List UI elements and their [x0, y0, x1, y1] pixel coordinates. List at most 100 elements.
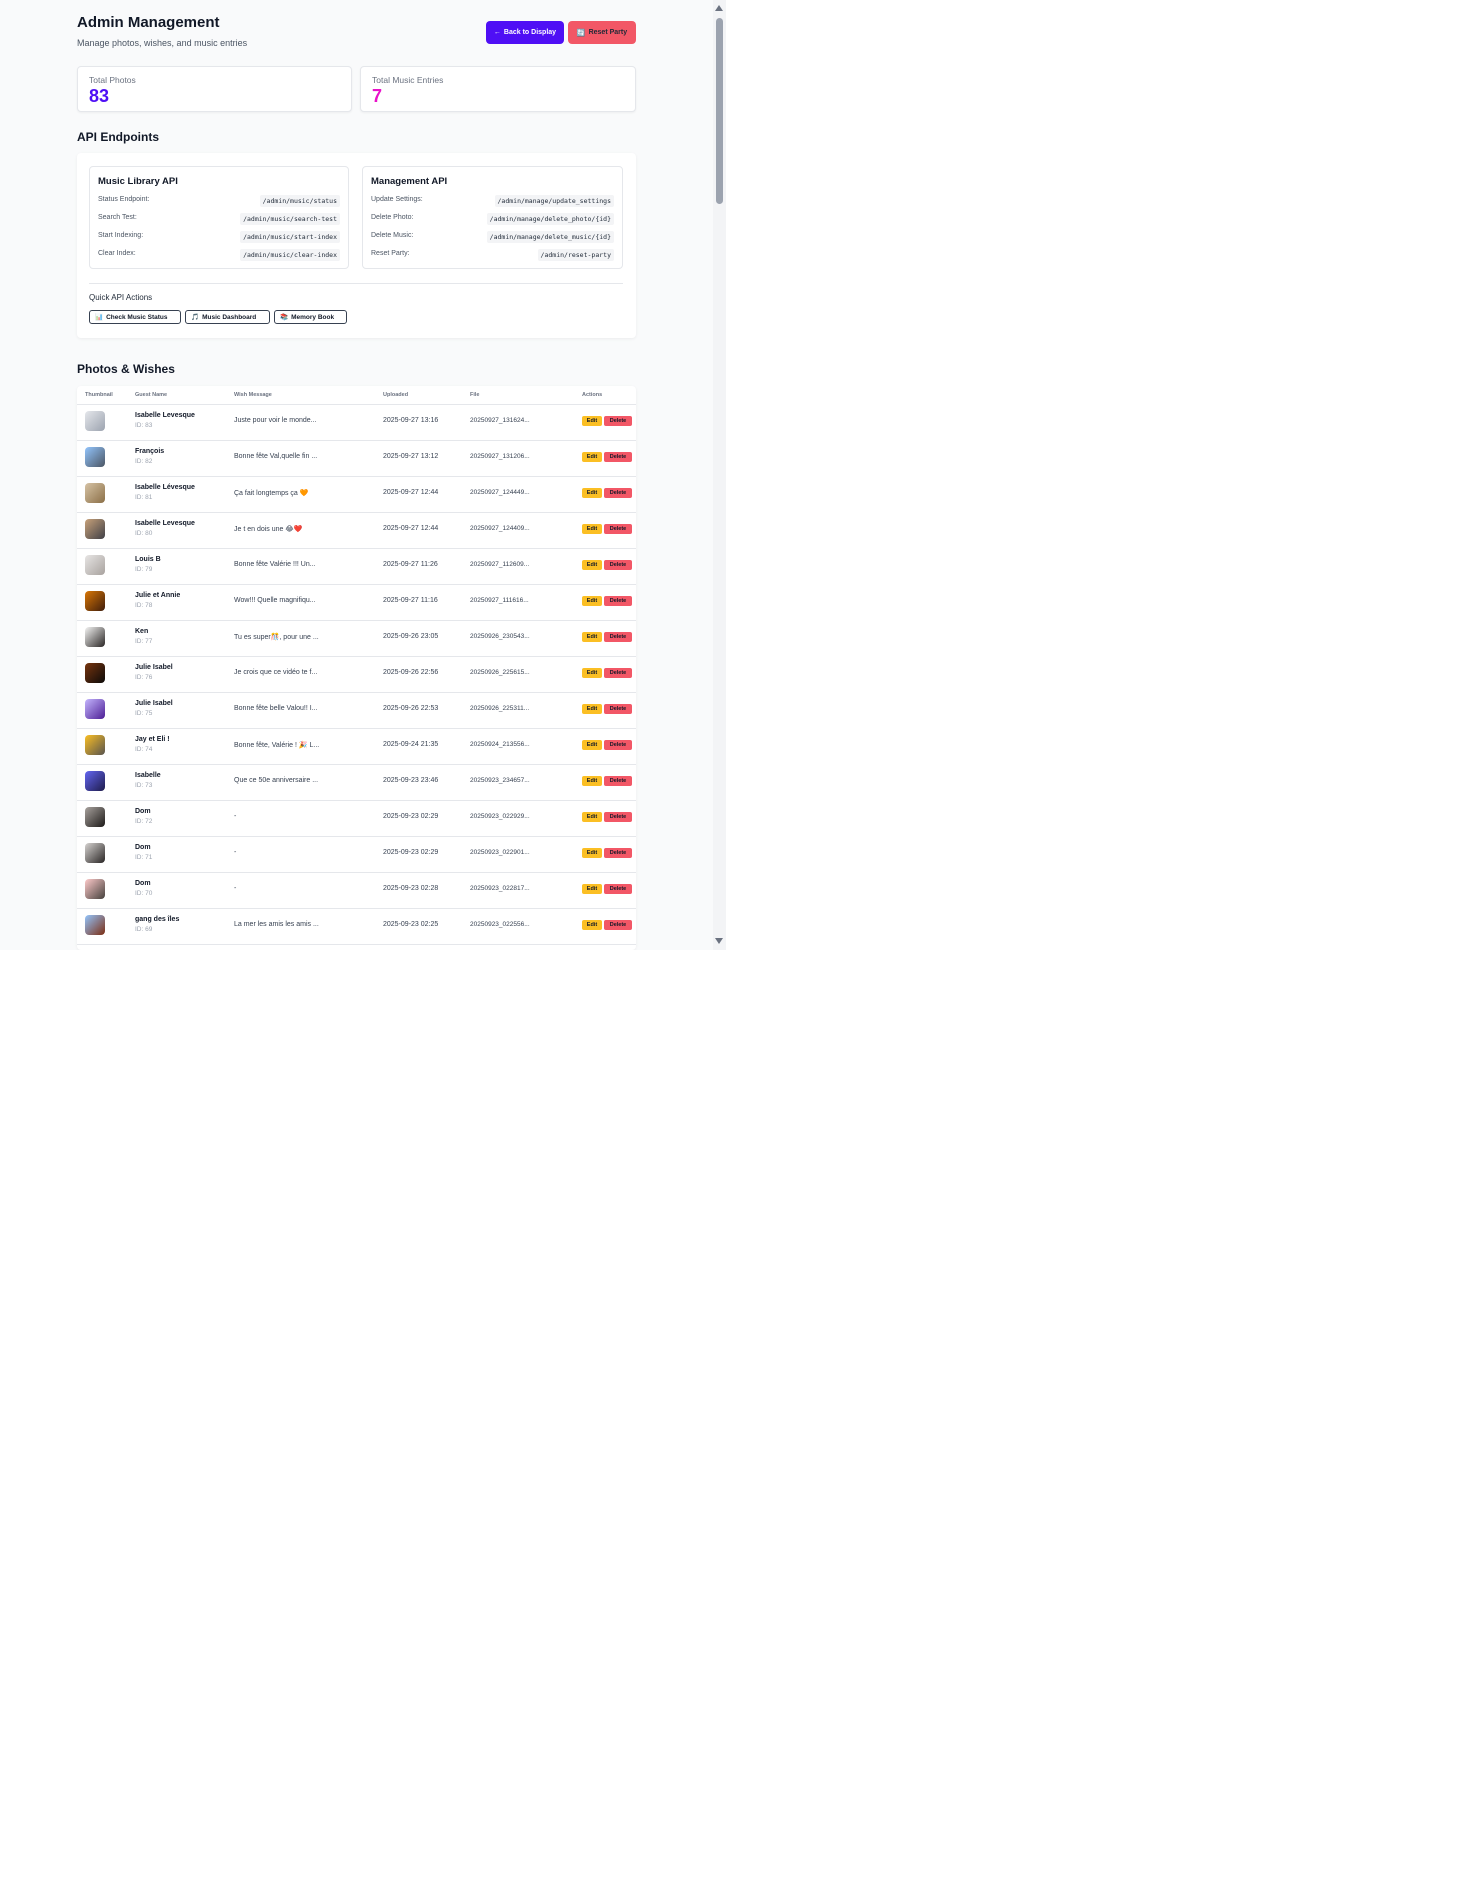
wish-message: Bonne fête, Valérie ! 🎉 L...	[234, 742, 320, 749]
table-row: Jay et Eli ! ID: 74 Bonne fête, Valérie ! …	[77, 728, 636, 765]
photo-thumbnail[interactable]	[85, 699, 105, 719]
endpoint-path: /admin/manage/delete_photo/{id}	[486, 213, 614, 225]
uploaded-date: 2025-09-23 23:46	[383, 777, 439, 784]
uploaded-date: 2025-09-23 02:25	[383, 921, 439, 928]
endpoint-row: Delete Photo: /admin/manage/delete_photo…	[371, 212, 614, 226]
delete-button[interactable]: Delete	[604, 704, 632, 714]
file-name: 20250924_213556...	[470, 741, 530, 748]
delete-button[interactable]: Delete	[604, 740, 632, 750]
delete-button[interactable]: Delete	[604, 452, 632, 462]
photo-thumbnail[interactable]	[85, 663, 105, 683]
photo-thumbnail[interactable]	[85, 627, 105, 647]
delete-button[interactable]: Delete	[604, 596, 632, 606]
chart-icon: 📊	[95, 314, 104, 321]
music-library-api-title: Music Library API	[98, 176, 178, 187]
delete-button[interactable]: Delete	[604, 920, 632, 930]
total-photos-label: Total Photos	[89, 75, 136, 85]
reset-party-button[interactable]: 🔄 Reset Party	[568, 21, 636, 44]
table-header: Thumbnail Guest Name Wish Message Upload…	[77, 386, 636, 405]
check-music-status-button[interactable]: 📊 Check Music Status	[89, 310, 181, 324]
photo-thumbnail[interactable]	[85, 807, 105, 827]
photo-thumbnail[interactable]	[85, 879, 105, 899]
edit-button[interactable]: Edit	[582, 704, 602, 714]
music-dashboard-label: Music Dashboard	[202, 313, 257, 321]
delete-button[interactable]: Delete	[604, 848, 632, 858]
column-header-file: File	[470, 392, 480, 398]
delete-button[interactable]: Delete	[604, 668, 632, 678]
scrollbar-thumb[interactable]	[716, 18, 723, 204]
file-name: 20250923_022817...	[470, 885, 530, 892]
table-row: Dom ID: 71 - 2025-09-23 02:29 20250923_02290…	[77, 836, 636, 873]
file-name: 20250927_111616...	[470, 597, 529, 604]
delete-button[interactable]: Delete	[604, 812, 632, 822]
photo-thumbnail[interactable]	[85, 915, 105, 935]
edit-button[interactable]: Edit	[582, 560, 602, 570]
photo-thumbnail[interactable]	[85, 735, 105, 755]
delete-button[interactable]: Delete	[604, 632, 632, 642]
edit-button[interactable]: Edit	[582, 632, 602, 642]
edit-button[interactable]: Edit	[582, 812, 602, 822]
guest-name: Isabelle	[135, 772, 161, 779]
delete-button[interactable]: Delete	[604, 776, 632, 786]
guest-name: François	[135, 448, 165, 455]
file-name: 20250926_230543...	[470, 633, 530, 640]
back-to-display-button[interactable]: ← Back to Display	[486, 21, 564, 44]
guest-name: Julie et Annie	[135, 592, 181, 599]
photo-thumbnail[interactable]	[85, 843, 105, 863]
table-row: gang des îles ID: 69 La mer les amis les a…	[77, 908, 636, 945]
edit-button[interactable]: Edit	[582, 740, 602, 750]
edit-button[interactable]: Edit	[582, 668, 602, 678]
delete-button[interactable]: Delete	[604, 560, 632, 570]
file-name: 20250927_131206...	[470, 453, 530, 460]
scroll-down-arrow-icon[interactable]	[715, 938, 723, 944]
music-note-icon: 🎵	[191, 314, 200, 321]
delete-button[interactable]: Delete	[604, 488, 632, 498]
photo-thumbnail[interactable]	[85, 519, 105, 539]
wish-message: Tu es super🎊, pour une ...	[234, 634, 319, 641]
photo-id: ID: 76	[135, 674, 153, 681]
memory-book-button[interactable]: 📚 Memory Book	[274, 310, 347, 324]
edit-button[interactable]: Edit	[582, 776, 602, 786]
total-music-value: 7	[372, 86, 383, 106]
edit-button[interactable]: Edit	[582, 488, 602, 498]
table-row: Ken ID: 77 Tu es super🎊, pour une ... 2025-…	[77, 620, 636, 657]
total-music-card: Total Music Entries 7	[360, 66, 636, 112]
edit-button[interactable]: Edit	[582, 848, 602, 858]
scroll-up-arrow-icon[interactable]	[715, 5, 723, 11]
edit-button[interactable]: Edit	[582, 524, 602, 534]
endpoint-label: Start Indexing:	[98, 232, 144, 239]
photo-id: ID: 79	[135, 566, 153, 573]
guest-name: Dom	[135, 844, 151, 851]
endpoint-path: /admin/music/clear-index	[240, 249, 340, 261]
wish-message: La mer les amis les amis ...	[234, 921, 319, 928]
delete-button[interactable]: Delete	[604, 416, 632, 426]
photo-thumbnail[interactable]	[85, 771, 105, 791]
photo-thumbnail[interactable]	[85, 411, 105, 431]
delete-button[interactable]: Delete	[604, 524, 632, 534]
edit-button[interactable]: Edit	[582, 596, 602, 606]
vertical-scrollbar[interactable]	[713, 0, 726, 950]
file-name: 20250927_112609...	[470, 561, 530, 568]
file-name: 20250923_022901...	[470, 849, 530, 856]
photo-thumbnail[interactable]	[85, 483, 105, 503]
file-name: 20250923_022556...	[470, 921, 530, 928]
guest-name: Isabelle Levesque	[135, 520, 195, 527]
edit-button[interactable]: Edit	[582, 920, 602, 930]
music-dashboard-button[interactable]: 🎵 Music Dashboard	[185, 310, 270, 324]
edit-button[interactable]: Edit	[582, 452, 602, 462]
photo-thumbnail[interactable]	[85, 555, 105, 575]
guest-name: Dom	[135, 808, 151, 815]
photo-id: ID: 69	[135, 926, 153, 933]
photo-id: ID: 75	[135, 710, 153, 717]
wish-message: Bonne fête Val,quelle fin ...	[234, 453, 318, 460]
photo-thumbnail[interactable]	[85, 447, 105, 467]
edit-button[interactable]: Edit	[582, 884, 602, 894]
uploaded-date: 2025-09-26 23:05	[383, 633, 439, 640]
photo-id: ID: 71	[135, 854, 153, 861]
delete-button[interactable]: Delete	[604, 884, 632, 894]
photo-thumbnail[interactable]	[85, 591, 105, 611]
file-name: 20250927_131624...	[470, 417, 530, 424]
edit-button[interactable]: Edit	[582, 416, 602, 426]
photo-id: ID: 72	[135, 818, 153, 825]
uploaded-date: 2025-09-27 13:12	[383, 453, 439, 460]
